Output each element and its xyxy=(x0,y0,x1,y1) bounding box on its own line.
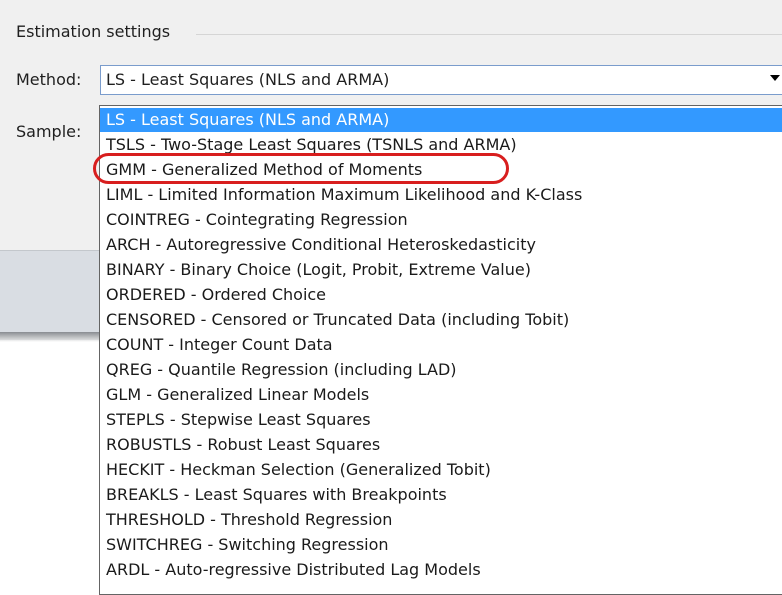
dropdown-option-heckit[interactable]: HECKIT - Heckman Selection (Generalized … xyxy=(100,458,782,482)
dropdown-option-cointreg[interactable]: COINTREG - Cointegrating Regression xyxy=(100,208,782,232)
dropdown-option-arch[interactable]: ARCH - Autoregressive Conditional Hetero… xyxy=(100,233,782,257)
dropdown-option-ardl[interactable]: ARDL - Auto-regressive Distributed Lag M… xyxy=(100,558,782,582)
dropdown-option-glm[interactable]: GLM - Generalized Linear Models xyxy=(100,383,782,407)
sample-label: Sample: xyxy=(16,122,82,141)
annotation-highlight-ring xyxy=(93,153,509,184)
method-select[interactable]: LS - Least Squares (NLS and ARMA) xyxy=(100,65,782,95)
dropdown-option-robustls[interactable]: ROBUSTLS - Robust Least Squares xyxy=(100,433,782,457)
estimation-settings-title: Estimation settings xyxy=(16,22,171,41)
dropdown-option-qreg[interactable]: QREG - Quantile Regression (including LA… xyxy=(100,358,782,382)
group-divider xyxy=(196,34,782,35)
dropdown-option-count[interactable]: COUNT - Integer Count Data xyxy=(100,333,782,357)
dropdown-option-censored[interactable]: CENSORED - Censored or Truncated Data (i… xyxy=(100,308,782,332)
chevron-down-icon[interactable] xyxy=(770,75,780,81)
dropdown-option-ls[interactable]: LS - Least Squares (NLS and ARMA) xyxy=(100,108,782,132)
method-label: Method: xyxy=(16,70,82,89)
dropdown-option-switchreg[interactable]: SWITCHREG - Switching Regression xyxy=(100,533,782,557)
dropdown-option-stepls[interactable]: STEPLS - Stepwise Least Squares xyxy=(100,408,782,432)
dropdown-option-breakls[interactable]: BREAKLS - Least Squares with Breakpoints xyxy=(100,483,782,507)
dropdown-option-liml[interactable]: LIML - Limited Information Maximum Likel… xyxy=(100,183,782,207)
dropdown-option-binary[interactable]: BINARY - Binary Choice (Logit, Probit, E… xyxy=(100,258,782,282)
dropdown-option-threshold[interactable]: THRESHOLD - Threshold Regression xyxy=(100,508,782,532)
dropdown-option-ordered[interactable]: ORDERED - Ordered Choice xyxy=(100,283,782,307)
